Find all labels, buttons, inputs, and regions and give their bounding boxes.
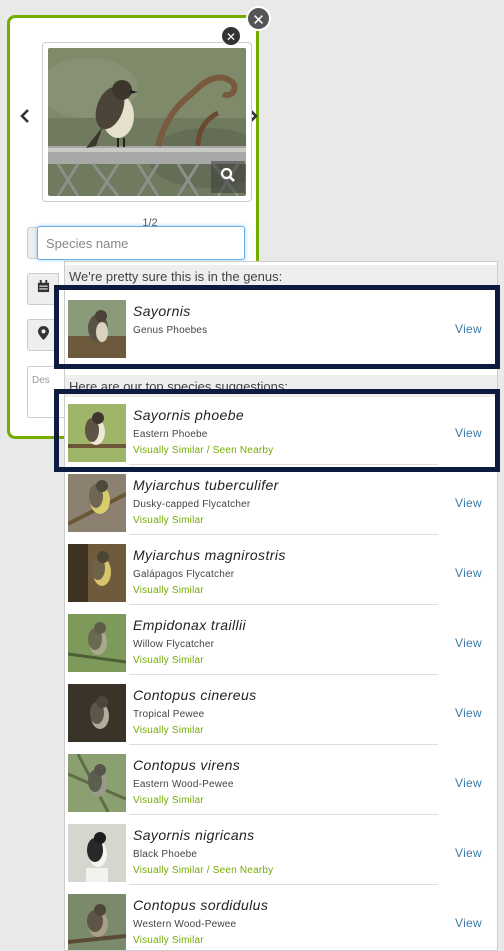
row-divider [129, 534, 438, 535]
species-header: Here are our top species suggestions: [65, 375, 497, 399]
view-link[interactable]: View [455, 426, 482, 440]
suggestion-thumbnail [68, 824, 126, 882]
suggestion-scientific-name: Sayornis phoebe [133, 407, 245, 423]
suggestion-scientific-name: Myiarchus tuberculifer [133, 477, 279, 493]
view-link[interactable]: View [455, 496, 482, 510]
zoom-button[interactable] [211, 161, 245, 193]
remove-photo-button[interactable]: ✕ [221, 26, 241, 46]
suggestion-common-name: Willow Flycatcher [133, 639, 215, 650]
remove-observation-button[interactable]: ✕ [246, 6, 271, 31]
suggestion-scientific-name: Empidonax traillii [133, 617, 247, 633]
suggestion-reason: Visually Similar [133, 515, 204, 526]
species-suggestions-dropdown: We're pretty sure this is in the genus: … [64, 261, 498, 951]
suggestion-genus-row[interactable]: Sayornis Genus Phoebes View [65, 293, 497, 361]
row-divider [129, 604, 438, 605]
row-divider [129, 814, 438, 815]
description-placeholder: Des [32, 375, 50, 386]
suggestion-scientific-name: Sayornis nigricans [133, 827, 255, 843]
suggestion-thumbnail [68, 300, 126, 358]
suggestion-thumbnail [68, 684, 126, 742]
magnifier-icon [220, 167, 236, 188]
suggestion-row[interactable]: Sayornis phoebe Eastern Phoebe Visually … [65, 397, 497, 465]
genus-header: We're pretty sure this is in the genus: [65, 265, 497, 289]
date-addon [27, 273, 59, 305]
suggestion-common-name: Black Phoebe [133, 849, 198, 860]
chevron-left-icon[interactable] [20, 107, 30, 128]
view-link[interactable]: View [455, 706, 482, 720]
row-divider [129, 464, 438, 465]
suggestion-row[interactable]: Contopus cinereus Tropical Pewee Visuall… [65, 677, 497, 745]
row-divider [129, 744, 438, 745]
suggestion-reason: Visually Similar / Seen Nearby [133, 445, 274, 456]
suggestion-scientific-name: Contopus virens [133, 757, 241, 773]
view-link[interactable]: View [455, 916, 482, 930]
suggestion-thumbnail [68, 894, 126, 950]
view-link[interactable]: View [455, 566, 482, 580]
x-icon: ✕ [225, 30, 237, 44]
suggestion-reason: Visually Similar [133, 725, 204, 736]
suggestion-reason: Visually Similar [133, 655, 204, 666]
view-link[interactable]: View [455, 776, 482, 790]
suggestion-reason: Visually Similar [133, 795, 204, 806]
row-divider [129, 884, 438, 885]
suggestion-row[interactable]: Empidonax traillii Willow Flycatcher Vis… [65, 607, 497, 675]
suggestion-row[interactable]: Contopus sordidulus Western Wood-Pewee V… [65, 887, 497, 950]
suggestion-common-name: Galápagos Flycatcher [133, 569, 235, 580]
suggestion-common-name: Eastern Wood-Pewee [133, 779, 234, 790]
view-link[interactable]: View [455, 636, 482, 650]
x-icon: ✕ [252, 12, 265, 29]
suggestion-reason: Visually Similar / Seen Nearby [133, 865, 274, 876]
row-divider [129, 674, 438, 675]
suggestion-common-name: Dusky-capped Flycatcher [133, 499, 251, 510]
suggestion-common-name: Western Wood-Pewee [133, 919, 237, 930]
view-link[interactable]: View [455, 846, 482, 860]
suggestion-row[interactable]: Sayornis nigricans Black Phoebe Visually… [65, 817, 497, 885]
suggestion-common-name: Eastern Phoebe [133, 429, 208, 440]
view-link[interactable]: View [455, 322, 482, 336]
species-name-input[interactable] [37, 226, 245, 260]
suggestion-scientific-name: Contopus sordidulus [133, 897, 269, 913]
suggestion-common-name: Genus Phoebes [133, 325, 208, 336]
suggestion-thumbnail [68, 614, 126, 672]
suggestion-reason: Visually Similar [133, 585, 204, 596]
suggestion-thumbnail [68, 474, 126, 532]
map-marker-icon [37, 325, 49, 345]
description-field[interactable]: Des [27, 366, 67, 418]
suggestion-thumbnail [68, 544, 126, 602]
suggestion-row[interactable]: Myiarchus magnirostris Galápagos Flycatc… [65, 537, 497, 605]
suggestion-common-name: Tropical Pewee [133, 709, 205, 720]
suggestion-row[interactable]: Myiarchus tuberculifer Dusky-capped Flyc… [65, 467, 497, 535]
suggestion-scientific-name: Contopus cinereus [133, 687, 257, 703]
suggestion-thumbnail [68, 404, 126, 462]
suggestion-reason: Visually Similar [133, 935, 204, 946]
calendar-icon [37, 280, 50, 298]
location-addon [27, 319, 59, 351]
suggestion-scientific-name: Myiarchus magnirostris [133, 547, 286, 563]
suggestion-thumbnail [68, 754, 126, 812]
suggestion-row[interactable]: Contopus virens Eastern Wood-Pewee Visua… [65, 747, 497, 815]
suggestion-scientific-name: Sayornis [133, 303, 191, 319]
